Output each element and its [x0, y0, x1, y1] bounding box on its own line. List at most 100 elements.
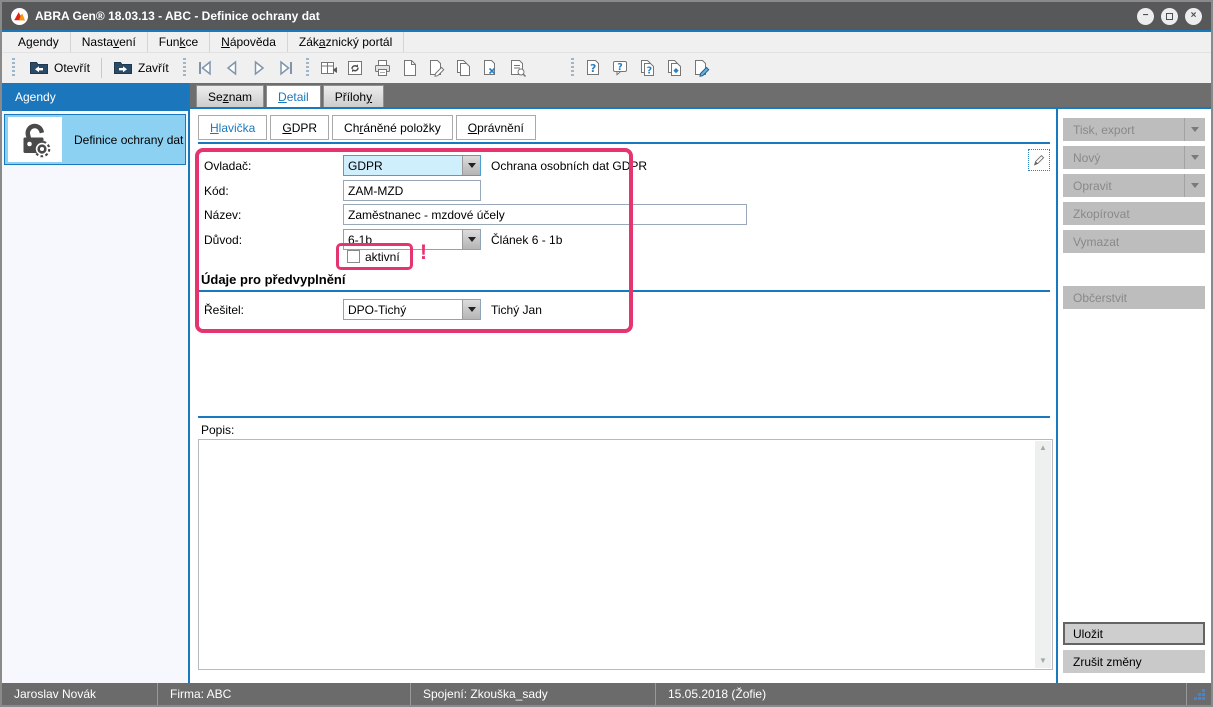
zkopirovat-button[interactable]: Zkopírovat [1063, 202, 1205, 225]
section-header-udaje: Údaje pro předvyplnění [201, 272, 345, 287]
sidebar-header-label: Agendy [15, 90, 56, 104]
related-topics-button[interactable] [661, 56, 688, 80]
subtab-chranene-polozky[interactable]: Chráněné položky [332, 115, 453, 140]
tab-seznam[interactable]: Seznam [196, 85, 264, 107]
help-topics-button[interactable]: ? [634, 56, 661, 80]
refresh-button[interactable] [342, 56, 369, 80]
menu-nastaveni[interactable]: Nastavení [71, 32, 148, 52]
chevron-down-icon [1191, 127, 1199, 132]
resitel-description: Tichý Jan [491, 303, 542, 317]
duvod-combobox[interactable]: 6-1b [343, 229, 481, 250]
popis-divider-line [198, 416, 1050, 418]
ovladac-combobox[interactable]: GDPR [343, 155, 481, 176]
next-record-button[interactable] [246, 56, 273, 80]
resitel-dropdown-button[interactable] [462, 300, 480, 319]
toolbar-grip[interactable] [183, 58, 186, 78]
ovladac-description: Ochrana osobních dat GDPR [491, 159, 647, 173]
toolbar-grip[interactable] [306, 58, 309, 78]
duvod-dropdown-button[interactable] [462, 230, 480, 249]
obcerstvit-button[interactable]: Občerstvit [1063, 286, 1205, 309]
subtab-hlavicka[interactable]: Hlavička [198, 115, 267, 140]
sidebar-item-definice-ochrany-dat[interactable]: Definice ochrany dat [4, 114, 186, 165]
resize-grip[interactable] [1187, 683, 1211, 705]
toolbar-grip[interactable] [571, 58, 574, 78]
chevron-down-icon [1191, 183, 1199, 188]
menu-agendy[interactable]: Agendy [7, 32, 71, 52]
svg-text:?: ? [590, 62, 596, 75]
ulozit-button[interactable]: Uložit [1063, 622, 1205, 645]
detail-content: Hlavička GDPR Chráněné položky Oprávnění… [190, 109, 1056, 683]
opravit-button[interactable]: Opravit [1063, 174, 1205, 197]
zrusit-zmeny-button[interactable]: Zrušit změny [1063, 650, 1205, 673]
subtab-accent-line [198, 142, 1050, 144]
title-bar: ABRA Gen® 18.03.13 - ABC - Definice ochr… [2, 2, 1211, 30]
scroll-down-icon[interactable]: ▼ [1039, 657, 1047, 665]
copy-document-button[interactable] [450, 56, 477, 80]
minimize-button[interactable]: − [1137, 8, 1154, 25]
open-agenda-button[interactable]: Otevřít [21, 57, 98, 79]
insert-record-button[interactable] [315, 56, 342, 80]
related-topics-icon [665, 59, 684, 77]
menu-funkce[interactable]: Funkce [148, 32, 210, 52]
annotation-button[interactable] [688, 56, 715, 80]
window-title: ABRA Gen® 18.03.13 - ABC - Definice ochr… [35, 9, 320, 23]
next-record-icon [250, 60, 268, 76]
toolbar-grip[interactable] [12, 58, 15, 78]
sidebar-item-label: Definice ochrany dat [74, 133, 183, 147]
vymazat-button[interactable]: Vymazat [1063, 230, 1205, 253]
tisk-export-dropdown[interactable] [1184, 118, 1205, 141]
correct-document-button[interactable] [477, 56, 504, 80]
tisk-export-button[interactable]: Tisk, export [1063, 118, 1205, 141]
insert-record-icon [319, 59, 338, 77]
section-divider-line [198, 290, 1050, 292]
print-button[interactable] [369, 56, 396, 80]
exclamation-mark: ! [420, 241, 427, 265]
action-panel: Tisk, export Nový Opravit Zkopírovat Vym… [1058, 109, 1211, 683]
app-window: ABRA Gen® 18.03.13 - ABC - Definice ochr… [0, 0, 1213, 707]
main-tab-strip: Seznam Detail Přílohy [190, 83, 1211, 107]
first-record-icon [196, 60, 214, 76]
toolbar: Otevřít Zavřít ? ? ? [2, 53, 1211, 83]
popis-textarea[interactable] [199, 440, 1052, 669]
tab-detail[interactable]: Detail [266, 85, 321, 107]
close-agenda-button[interactable]: Zavřít [105, 57, 177, 79]
novy-dropdown[interactable] [1184, 146, 1205, 169]
opravit-dropdown[interactable] [1184, 174, 1205, 197]
scroll-up-icon[interactable]: ▲ [1039, 444, 1047, 452]
detail-sub-tabs: Hlavička GDPR Chráněné položky Oprávnění [198, 115, 536, 140]
kod-input[interactable] [343, 180, 481, 201]
popis-scrollbar[interactable]: ▲ ▼ [1035, 441, 1051, 668]
tab-prilohy[interactable]: Přílohy [323, 85, 384, 107]
status-date: 15.05.2018 (Žofie) [656, 683, 1187, 705]
maximize-button[interactable] [1161, 8, 1178, 25]
aktivni-checkbox[interactable] [347, 250, 360, 263]
prior-record-button[interactable] [219, 56, 246, 80]
edit-document-button[interactable] [423, 56, 450, 80]
popis-label: Popis: [201, 423, 234, 437]
first-record-button[interactable] [192, 56, 219, 80]
aktivni-label: aktivní [365, 250, 400, 264]
refresh-icon [346, 59, 364, 77]
audit-log-button[interactable] [504, 56, 531, 80]
subtab-gdpr[interactable]: GDPR [270, 115, 329, 140]
agendas-sidebar: Agendy Definice ochrany dat [2, 83, 188, 683]
context-help-button[interactable]: ? [607, 56, 634, 80]
menu-zakaznicky-portal[interactable]: Zákaznický portál [288, 32, 404, 52]
new-document-button[interactable] [396, 56, 423, 80]
edit-layout-button[interactable] [1028, 149, 1050, 171]
ovladac-dropdown-button[interactable] [462, 156, 480, 175]
help-button[interactable]: ? [580, 56, 607, 80]
menu-napoveda[interactable]: Nápověda [210, 32, 288, 52]
data-protection-lock-icon [17, 122, 53, 158]
open-folder-icon [29, 60, 49, 76]
close-button[interactable]: × [1185, 8, 1202, 25]
nazev-input[interactable] [343, 204, 747, 225]
sidebar-header: Agendy [2, 83, 188, 111]
ovladac-value: GDPR [344, 156, 462, 175]
resitel-combobox[interactable]: DPO-Tichý [343, 299, 481, 320]
novy-button[interactable]: Nový [1063, 146, 1205, 169]
abra-logo-icon [11, 8, 28, 25]
edit-document-icon [427, 59, 445, 77]
last-record-button[interactable] [273, 56, 300, 80]
subtab-opravneni[interactable]: Oprávnění [456, 115, 536, 140]
